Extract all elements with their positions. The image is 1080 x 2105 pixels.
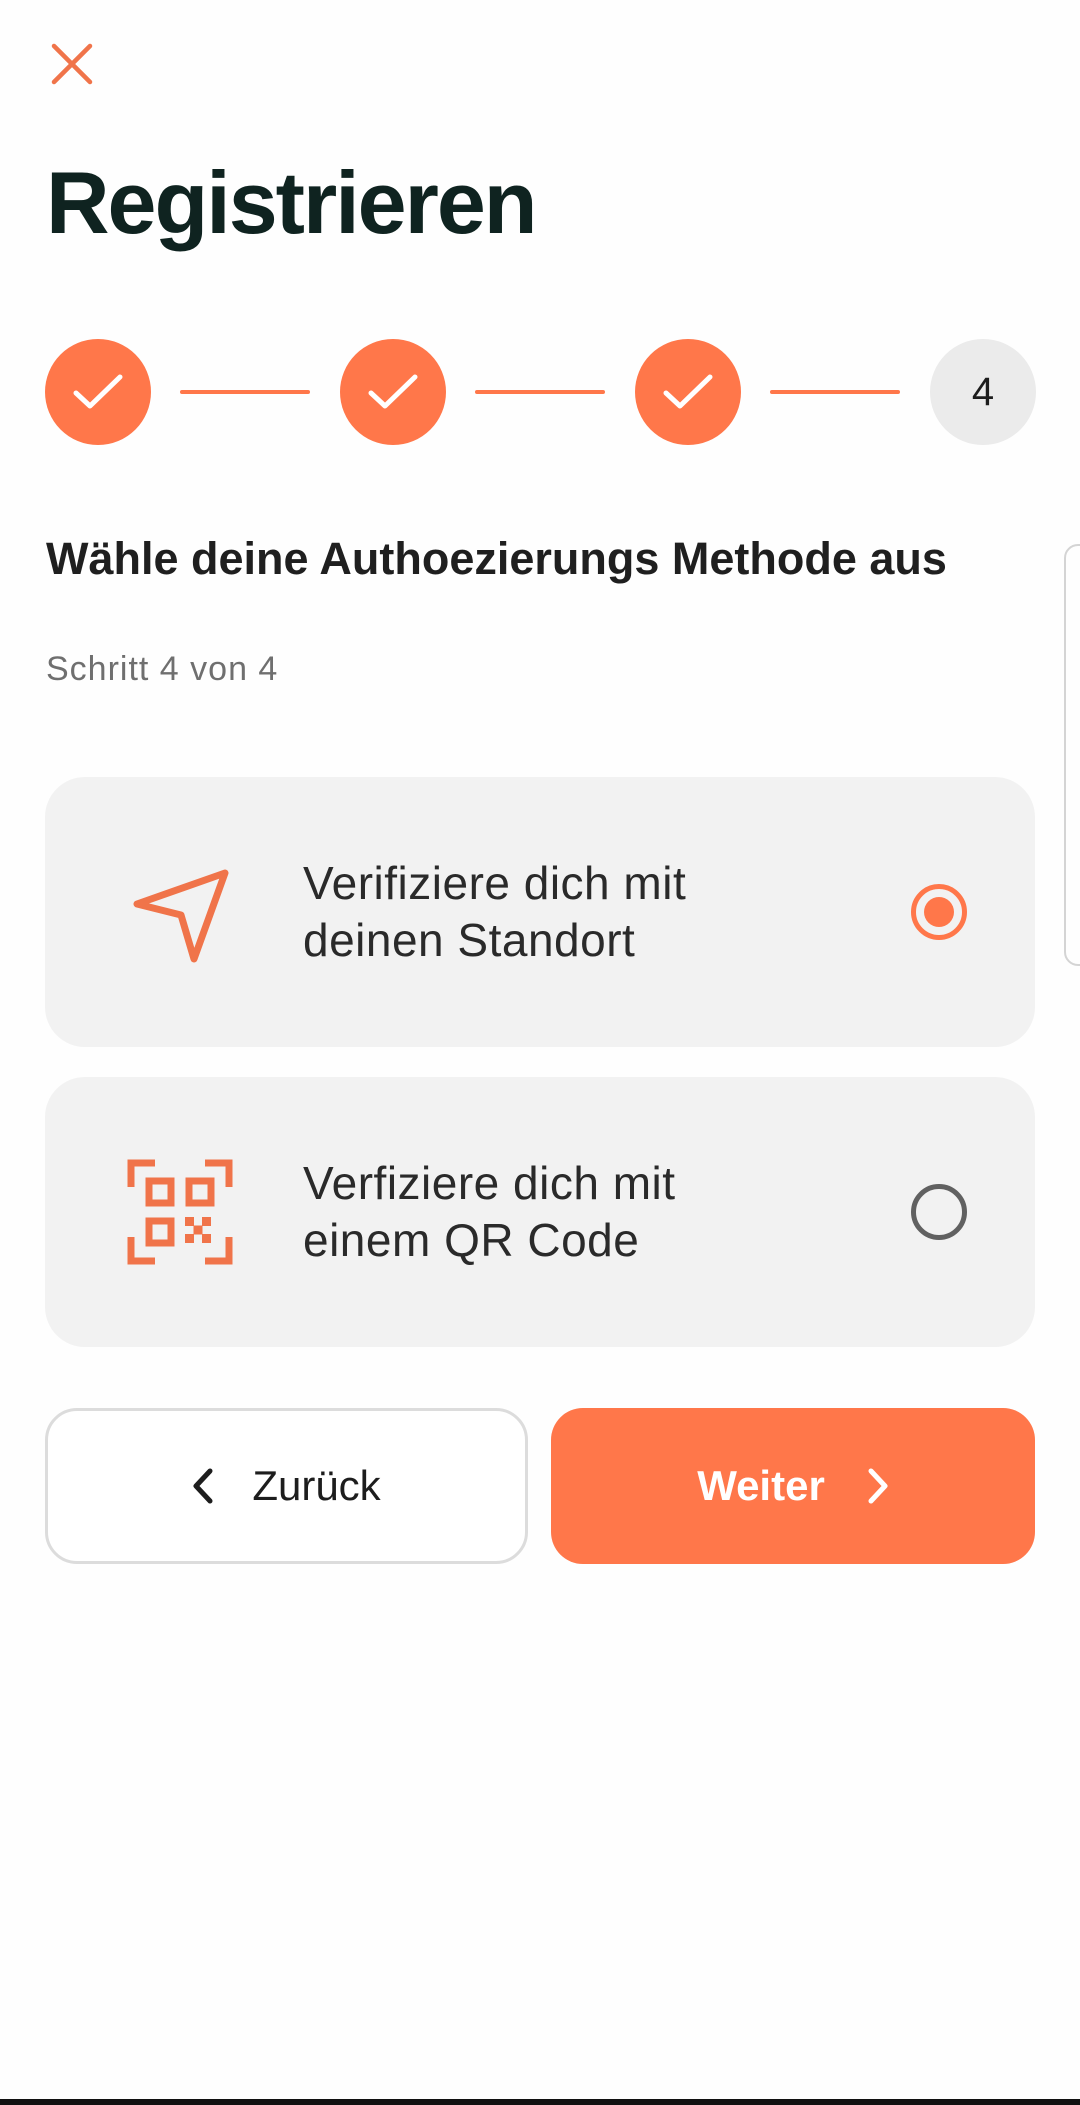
checkmark-icon (663, 374, 713, 409)
step-connector (180, 390, 310, 394)
location-arrow-icon (133, 869, 229, 963)
back-button-label: Zurück (252, 1462, 381, 1509)
close-icon (51, 43, 93, 85)
chevron-left-icon (192, 1468, 214, 1504)
page-title: Registrieren (46, 153, 538, 252)
option-qr-code-label: Verfiziere dich mit einem QR Code (303, 1157, 676, 1266)
checkmark-icon (73, 374, 123, 409)
option-qr-code[interactable]: Verfiziere dich mit einem QR Code (45, 1077, 1035, 1347)
step-connector (475, 390, 605, 394)
step-connector (770, 390, 900, 394)
next-panel-edge (1064, 544, 1080, 966)
qr-code-icon (127, 1159, 233, 1265)
step-3-completed (635, 339, 741, 445)
back-button[interactable]: Zurück (45, 1408, 528, 1564)
option-location-label: Verifiziere dich mit deinen Standort (303, 857, 687, 966)
option-location[interactable]: Verifiziere dich mit deinen Standort (45, 777, 1035, 1047)
close-button[interactable] (46, 38, 98, 90)
step-2-completed (340, 339, 446, 445)
step-1-completed (45, 339, 151, 445)
next-button[interactable]: Weiter (551, 1408, 1035, 1564)
bottom-edge-bar (0, 2099, 1080, 2105)
chevron-right-icon (867, 1468, 889, 1504)
checkmark-icon (368, 374, 418, 409)
radio-location-selected[interactable] (911, 884, 967, 940)
section-title: Wähle deine Authoezierungs Methode aus (46, 533, 947, 584)
step-counter: Schritt 4 von 4 (46, 650, 279, 688)
progress-stepper: 4 (45, 339, 1036, 445)
step-number: 4 (971, 369, 995, 414)
step-4-current: 4 (930, 339, 1036, 445)
next-button-label: Weiter (697, 1462, 825, 1509)
radio-qr-code[interactable] (911, 1184, 967, 1240)
